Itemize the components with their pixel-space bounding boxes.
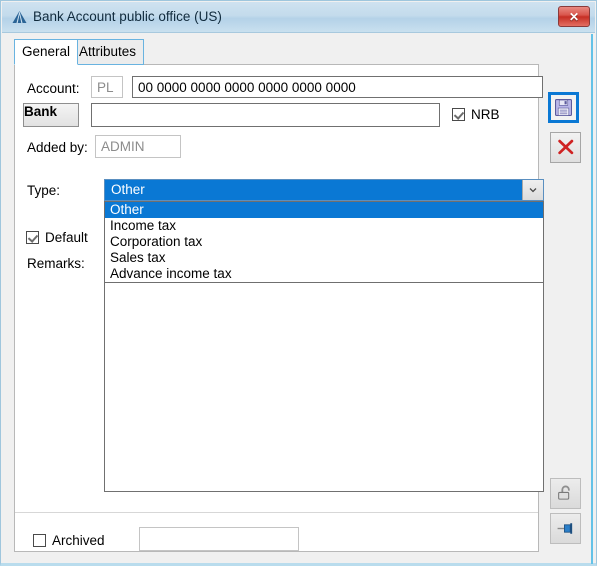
- account-number-field[interactable]: [132, 76, 543, 98]
- chevron-down-icon[interactable]: [522, 180, 543, 200]
- bank-button[interactable]: Bank: [23, 103, 79, 127]
- dropdown-option-sales-tax[interactable]: Sales tax: [105, 250, 543, 266]
- default-checkbox[interactable]: Default: [26, 230, 88, 245]
- archived-field[interactable]: [139, 527, 299, 551]
- remarks-label: Remarks:: [27, 256, 85, 271]
- type-combobox[interactable]: Other: [104, 179, 544, 201]
- added-by-field: [95, 135, 181, 158]
- dropdown-option-advance-income-tax[interactable]: Advance income tax: [105, 266, 543, 282]
- nrb-checkbox[interactable]: NRB: [452, 107, 500, 122]
- archived-checkbox[interactable]: Archived: [33, 533, 105, 548]
- archived-label: Archived: [52, 533, 105, 548]
- close-icon: ✕: [568, 9, 580, 24]
- bottom-divider: [15, 512, 538, 513]
- window-title: Bank Account public office (US): [33, 9, 222, 24]
- open-padlock-icon: [558, 485, 570, 500]
- pin-icon: [557, 523, 573, 534]
- account-prefix-field[interactable]: [91, 76, 123, 98]
- bank-name-field[interactable]: [91, 103, 440, 127]
- pin-button: [550, 513, 581, 544]
- nrb-label: NRB: [471, 107, 500, 122]
- remarks-textarea[interactable]: [104, 280, 544, 492]
- dropdown-option-income-tax[interactable]: Income tax: [105, 218, 543, 234]
- type-label: Type:: [27, 183, 61, 198]
- general-tab-panel: Account: Bank NRB Added by: Type: Other …: [14, 64, 544, 552]
- default-checkbox-box: [26, 231, 39, 244]
- red-x-icon: [558, 139, 574, 155]
- right-edge-accent: [591, 34, 593, 564]
- added-by-label: Added by:: [27, 140, 88, 155]
- type-dropdown-list[interactable]: Other Income tax Corporation tax Sales t…: [104, 201, 544, 283]
- account-label: Account:: [27, 81, 80, 96]
- tab-general[interactable]: General: [14, 39, 79, 65]
- title-bar: Bank Account public office (US) ✕: [2, 2, 595, 33]
- dropdown-option-other[interactable]: Other: [105, 202, 543, 218]
- save-button[interactable]: [548, 92, 579, 123]
- archived-checkbox-box: [33, 534, 46, 547]
- dialog-window: Bank Account public office (US) ✕ Genera…: [0, 0, 597, 566]
- cancel-button[interactable]: [550, 132, 581, 163]
- default-label: Default: [45, 230, 88, 245]
- mountain-logo-icon: [12, 11, 27, 23]
- close-button[interactable]: ✕: [558, 6, 590, 27]
- unlock-button: [550, 478, 581, 509]
- type-selected-value: Other: [111, 182, 145, 197]
- dropdown-option-corporation-tax[interactable]: Corporation tax: [105, 234, 543, 250]
- tab-attributes[interactable]: Attributes: [71, 39, 145, 65]
- nrb-checkbox-box: [452, 108, 465, 121]
- floppy-disk-icon: [555, 99, 572, 116]
